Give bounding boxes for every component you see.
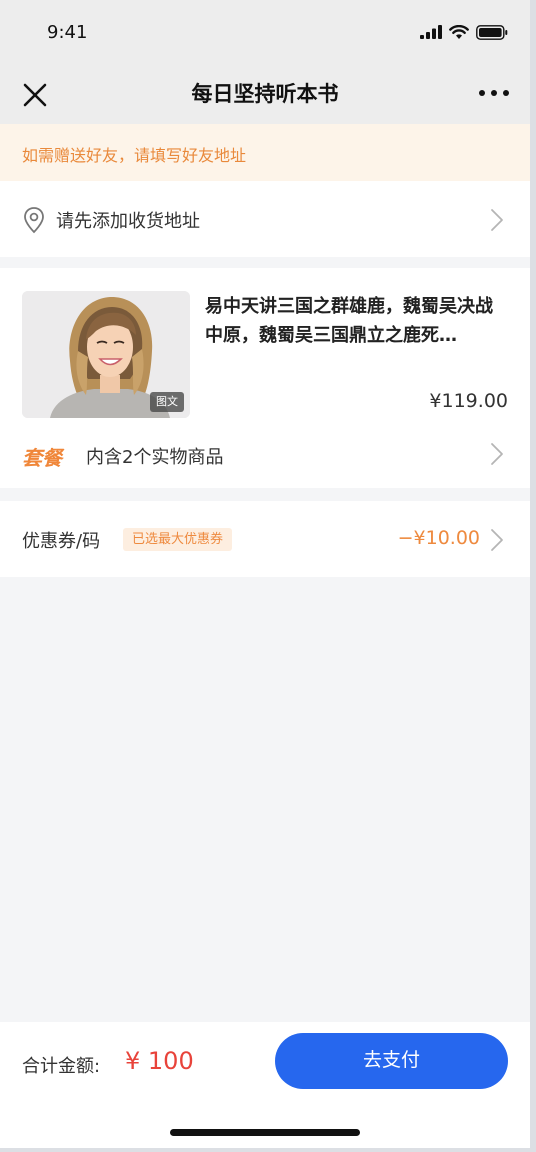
nav-bar: 每日坚持听本书 — [0, 66, 530, 124]
coupon-row[interactable]: 优惠券/码 已选最大优惠券 −¥10.00 — [0, 501, 530, 577]
wifi-icon — [449, 24, 469, 39]
status-icons — [420, 24, 508, 40]
total-label: 合计金额: — [22, 1056, 101, 1077]
product-card: 图文 易中天讲三国之群雄鹿，魏蜀吴决战中原，魏蜀吴三国鼎立之鹿死… ¥119.0… — [0, 268, 530, 488]
product-title: 易中天讲三国之群雄鹿，魏蜀吴决战中原，魏蜀吴三国鼎立之鹿死… — [205, 296, 493, 346]
bundle-description: 内含2个实物商品 — [86, 447, 224, 468]
status-bar: 9:41 — [0, 0, 530, 66]
phone-screen: 9:41 每日坚持听本书 如需赠送好友，请填写好友地址 请先添加收货地址 图文 … — [0, 0, 530, 1148]
address-placeholder: 请先添加收货地址 — [56, 211, 200, 232]
bundle-tag: 套餐 — [22, 446, 62, 470]
address-row[interactable]: 请先添加收货地址 — [0, 181, 530, 257]
chevron-right-icon — [491, 529, 503, 551]
chevron-right-icon — [491, 209, 503, 231]
checkout-bar: 合计金额: ¥ 100 去支付 — [0, 1022, 530, 1148]
total-amount: ¥ 100 — [125, 1047, 194, 1075]
page-title: 每日坚持听本书 — [191, 82, 339, 106]
product-thumbnail[interactable]: 图文 — [22, 291, 190, 418]
notice-text: 如需赠送好友，请填写好友地址 — [22, 146, 247, 165]
battery-icon — [476, 24, 508, 40]
home-indicator[interactable] — [170, 1129, 360, 1136]
coupon-label: 优惠券/码 — [22, 531, 101, 552]
signal-icon — [420, 25, 442, 39]
media-type-tag: 图文 — [150, 392, 184, 412]
coupon-status-badge: 已选最大优惠券 — [123, 528, 233, 551]
location-pin-icon — [24, 207, 44, 234]
more-icon[interactable] — [478, 86, 510, 100]
gift-notice-banner: 如需赠送好友，请填写好友地址 — [0, 124, 530, 181]
product-price: ¥119.00 — [429, 390, 508, 412]
coupon-discount-value: −¥10.00 — [397, 527, 480, 549]
status-time: 9:41 — [47, 22, 88, 43]
chevron-right-icon — [491, 443, 503, 465]
pay-button[interactable]: 去支付 — [275, 1033, 508, 1089]
